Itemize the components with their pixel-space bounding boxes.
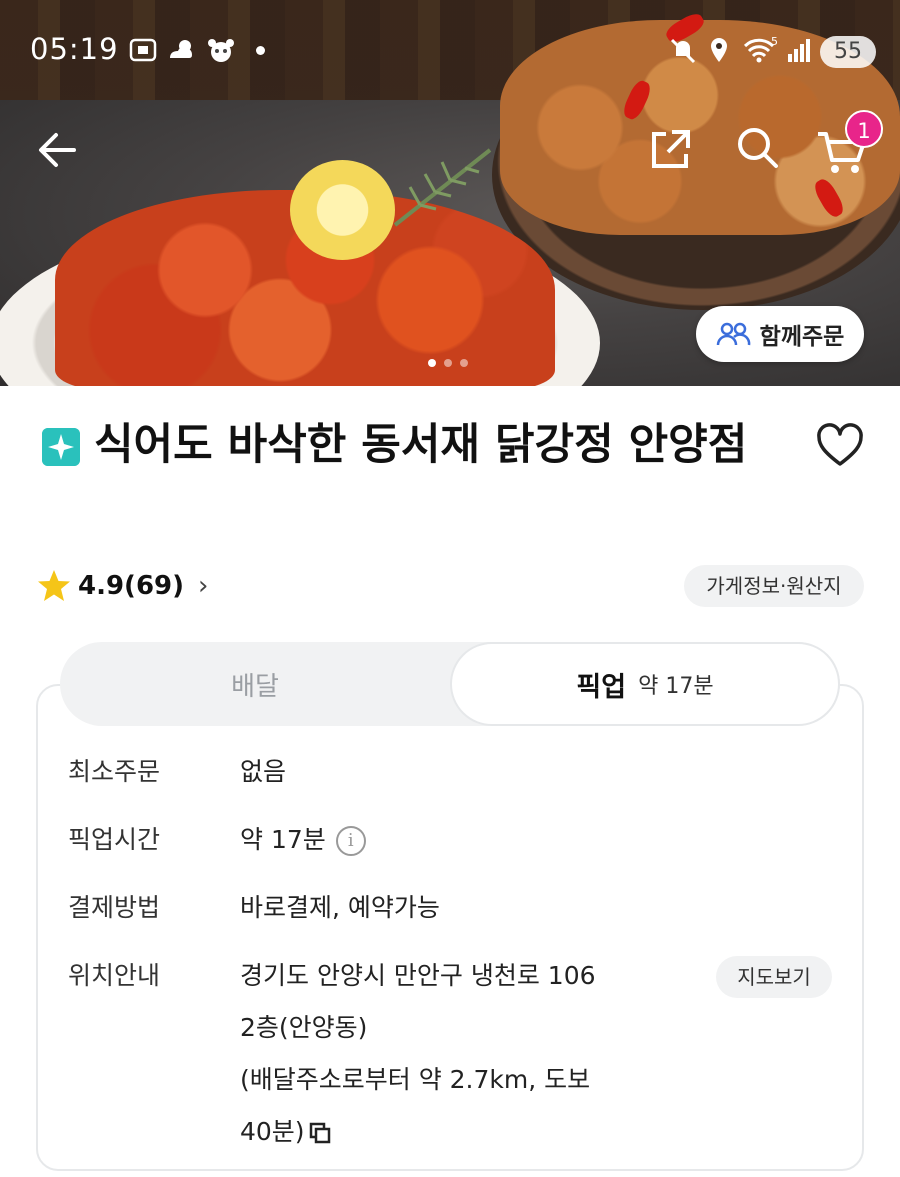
brand-sparkle-icon	[42, 428, 80, 466]
pickup-time-label: 픽업시간	[68, 825, 161, 854]
chevron-right-icon: ›	[198, 571, 209, 601]
cell-signal-icon	[788, 39, 810, 62]
tab-pickup-label: 픽업	[576, 671, 627, 703]
copy-icon[interactable]	[309, 1122, 331, 1144]
screenshot-icon	[129, 38, 157, 62]
location-address: 경기도 안양시 만안구 냉천로 106 2층(안양동) (배달주소로부터 약 2…	[240, 950, 660, 1158]
svg-text:5: 5	[771, 36, 778, 48]
rosemary	[393, 148, 492, 227]
tab-pickup[interactable]: 픽업 약 17분	[450, 642, 840, 726]
view-map-button[interactable]: 지도보기	[716, 956, 832, 998]
address-distance-cont: 40분)	[240, 1106, 660, 1158]
cart-count-badge: 1	[845, 110, 883, 148]
payment-value: 바로결제, 예약가능	[240, 893, 440, 922]
group-order-label: 함께주문	[759, 324, 845, 350]
notification-dot	[256, 46, 265, 55]
tab-delivery[interactable]: 배달	[60, 642, 450, 726]
min-order-value: 없음	[240, 757, 287, 786]
store-rating[interactable]: 4.9(69) ›	[36, 564, 208, 608]
address-distance: (배달주소로부터 약 2.7km, 도보	[240, 1065, 591, 1094]
pickup-time-value-wrap: 약 17분 i	[240, 814, 660, 866]
image-pager-dots	[428, 352, 476, 371]
address-line: 2층(안양동)	[240, 1013, 368, 1042]
store-info-origin-button[interactable]: 가게정보·원산지	[684, 565, 864, 607]
back-arrow-icon[interactable]	[30, 122, 86, 178]
location-label: 위치안내	[68, 961, 161, 990]
share-icon[interactable]	[642, 122, 698, 178]
weather-icon	[170, 40, 192, 58]
location-icon	[711, 38, 727, 62]
lemon-slice	[290, 160, 395, 260]
star-icon	[38, 570, 70, 601]
info-icon[interactable]: i	[335, 826, 366, 856]
group-order-button[interactable]: 함께주문	[696, 306, 864, 362]
rating-value: 4.9(69)	[78, 571, 185, 601]
payment-label: 결제방법	[68, 893, 161, 922]
status-bar: 05:19 5 55	[0, 22, 900, 80]
favorite-heart-icon[interactable]	[814, 420, 866, 472]
pickup-time-value: 약 17분	[240, 825, 326, 854]
store-name: 식어도 바삭한 동서재 닭강정 안양점	[94, 420, 748, 470]
wifi-icon: 5	[743, 36, 778, 63]
order-type-tabs: 배달 픽업 약 17분	[60, 642, 840, 726]
address-line: 경기도 안양시 만안구 냉천로 106	[240, 961, 596, 990]
search-icon[interactable]	[730, 120, 786, 176]
people-icon	[716, 322, 750, 346]
min-order-label: 최소주문	[68, 757, 161, 786]
status-time: 05:19	[30, 32, 119, 66]
tab-pickup-time: 약 17분	[638, 674, 714, 699]
app-notification-icon	[208, 39, 234, 62]
battery-indicator: 55	[820, 36, 876, 68]
mute-icon	[670, 38, 696, 64]
